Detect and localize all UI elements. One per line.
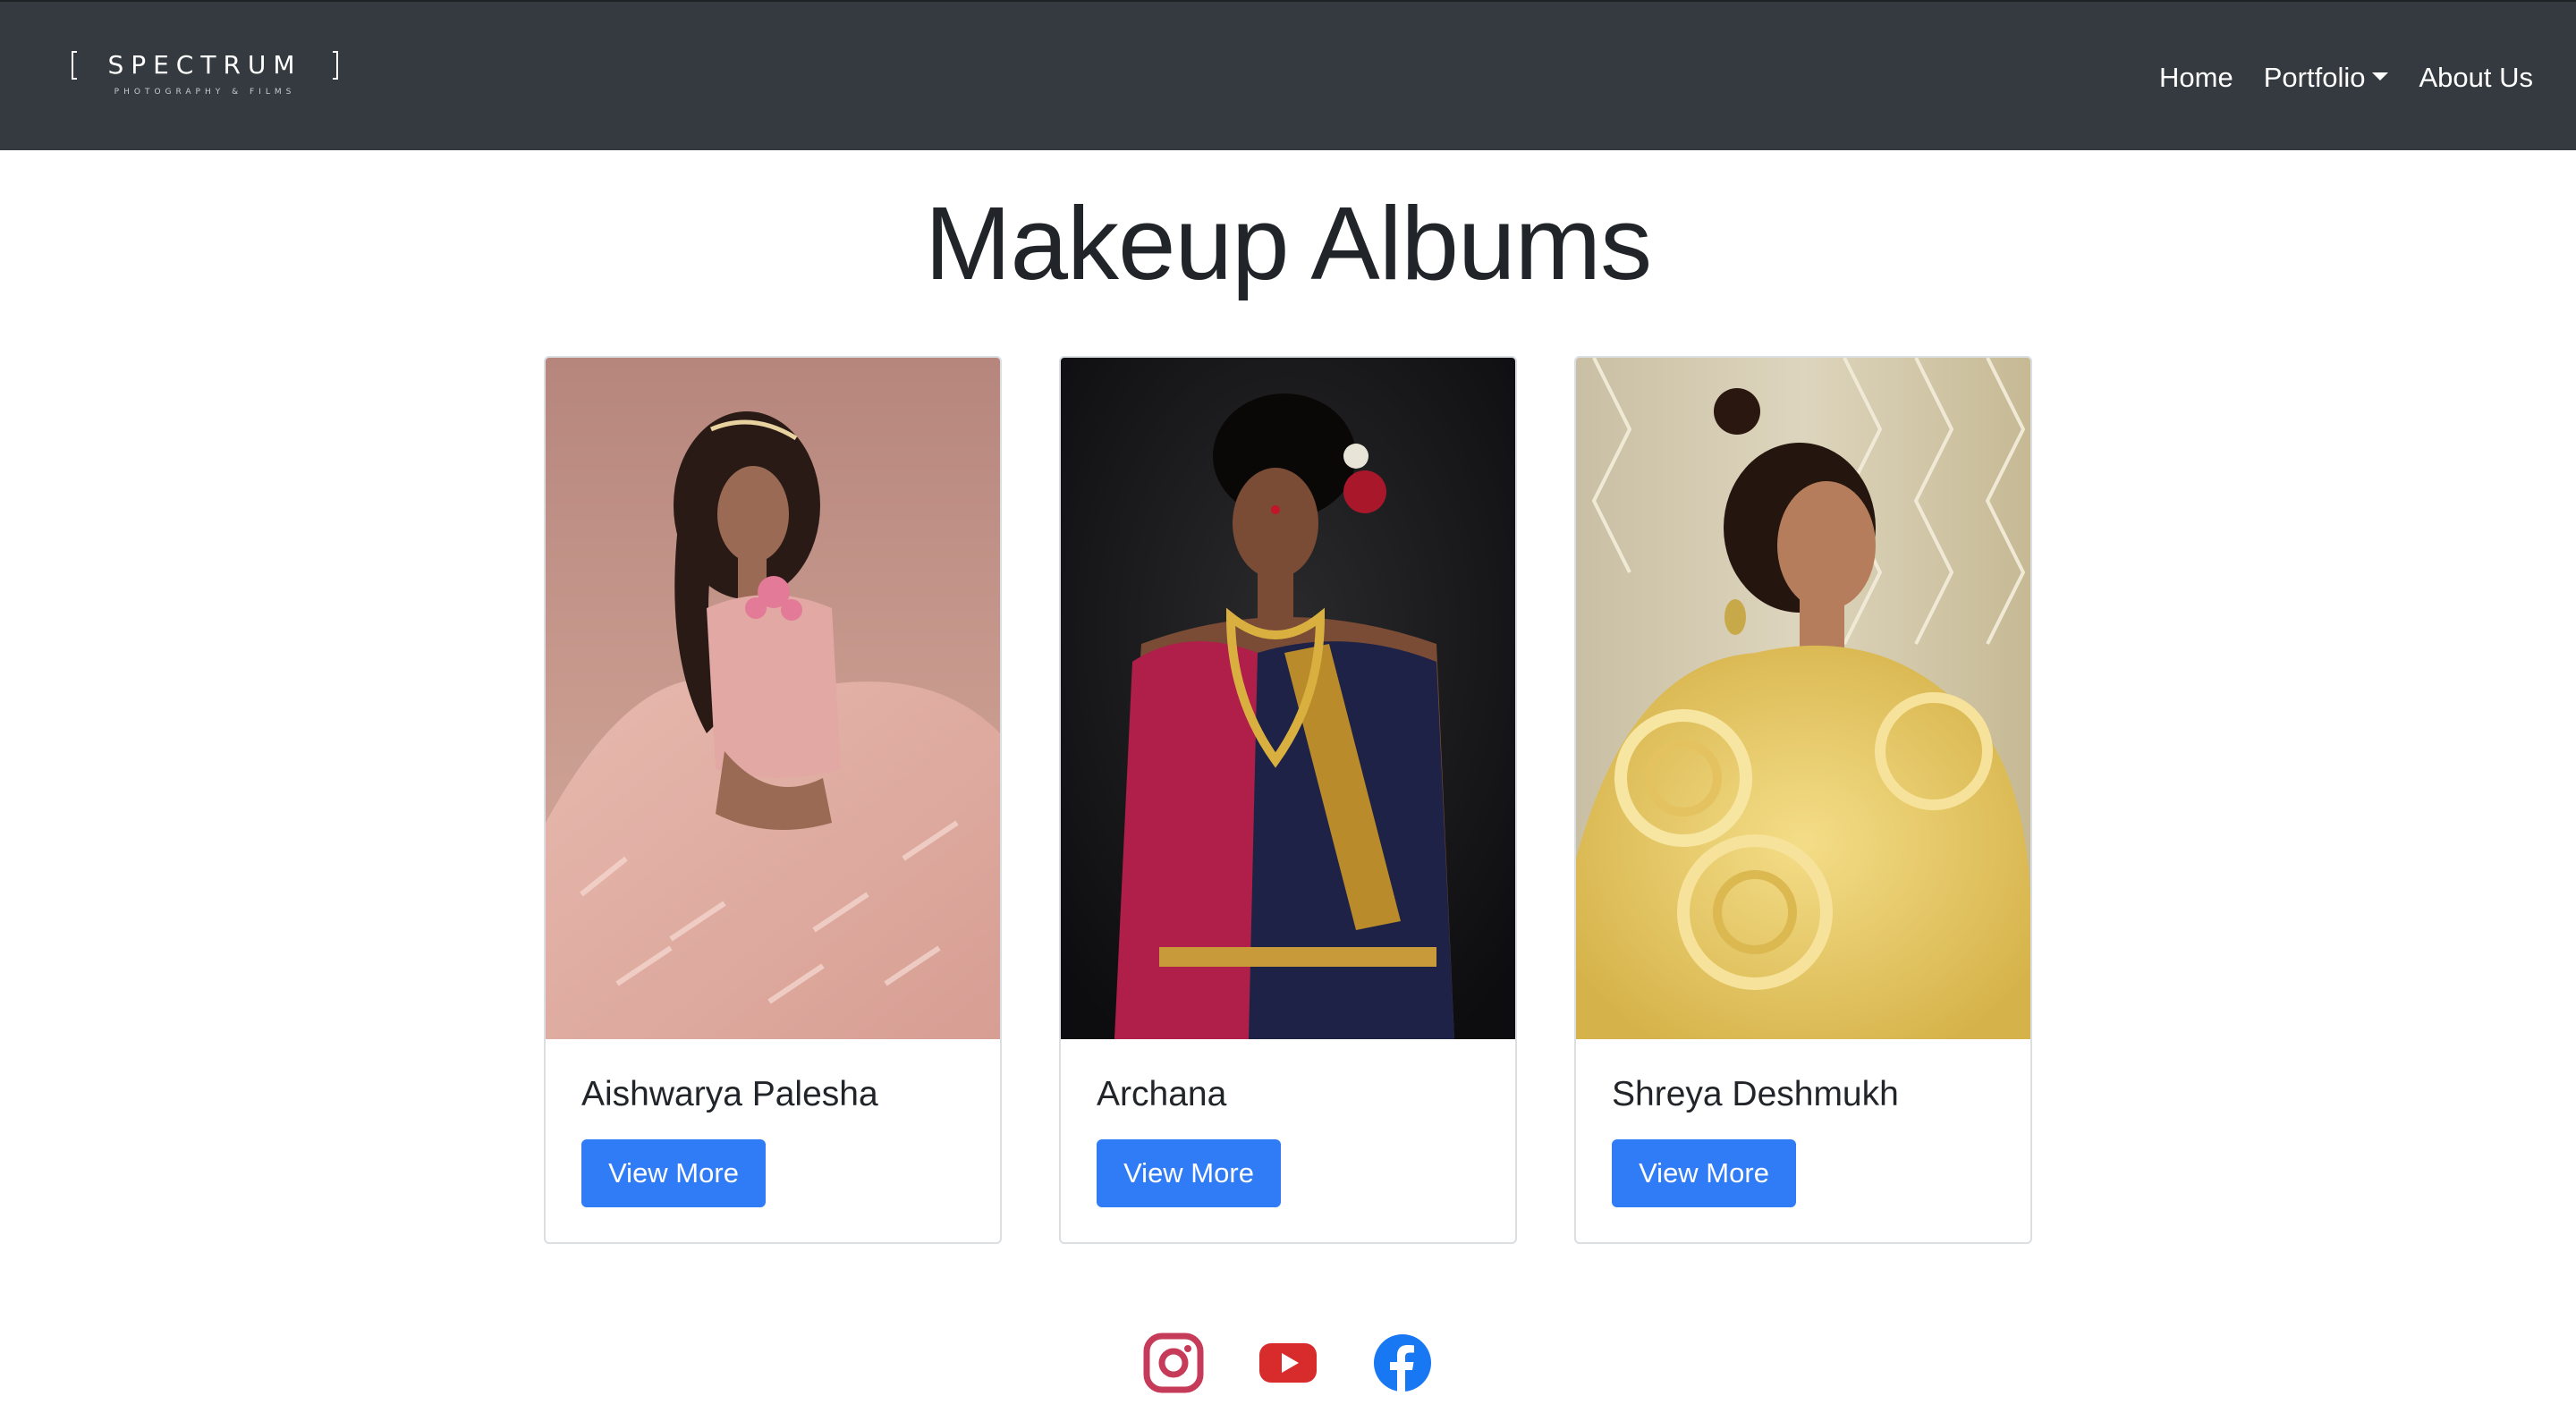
youtube-icon[interactable]	[1258, 1333, 1318, 1393]
brand-tagline: PHOTOGRAPHY & FILMS	[114, 88, 296, 97]
facebook-icon[interactable]	[1372, 1333, 1433, 1393]
album-title: Aishwarya Palesha	[581, 1075, 878, 1113]
nav-about-label: About Us	[2419, 62, 2533, 93]
album-title: Archana	[1097, 1075, 1227, 1113]
album-card: Shreya Deshmukh View More	[1574, 356, 2032, 1244]
album-title: Shreya Deshmukh	[1612, 1075, 1899, 1113]
nav-about-link[interactable]: About Us	[2419, 57, 2533, 98]
page-title: Makeup Albums	[924, 185, 1652, 301]
instagram-icon[interactable]	[1143, 1333, 1204, 1393]
caret-down-icon	[2372, 72, 2389, 80]
nav-home-label: Home	[2159, 62, 2233, 93]
brand-logo[interactable]: SPECTRUM PHOTOGRAPHY & FILMS	[72, 50, 338, 102]
album-photo[interactable]	[1061, 358, 1515, 1039]
view-more-button[interactable]: View More	[1097, 1139, 1281, 1207]
album-card: Archana View More	[1059, 356, 1517, 1244]
nav-home-link[interactable]: Home	[2159, 57, 2233, 98]
view-more-button[interactable]: View More	[1612, 1139, 1796, 1207]
view-more-button[interactable]: View More	[581, 1139, 766, 1207]
top-navbar: SPECTRUM PHOTOGRAPHY & FILMS Home Portfo…	[0, 0, 2576, 150]
main-nav: Home Portfolio About Us	[2129, 57, 2533, 98]
album-photo[interactable]	[546, 358, 1000, 1039]
album-card: Aishwarya Palesha View More	[544, 356, 1002, 1244]
brand-name: SPECTRUM	[107, 50, 302, 80]
album-photo[interactable]	[1576, 358, 2030, 1039]
nav-portfolio-dropdown[interactable]: Portfolio	[2264, 57, 2389, 98]
nav-portfolio-label: Portfolio	[2263, 62, 2366, 93]
